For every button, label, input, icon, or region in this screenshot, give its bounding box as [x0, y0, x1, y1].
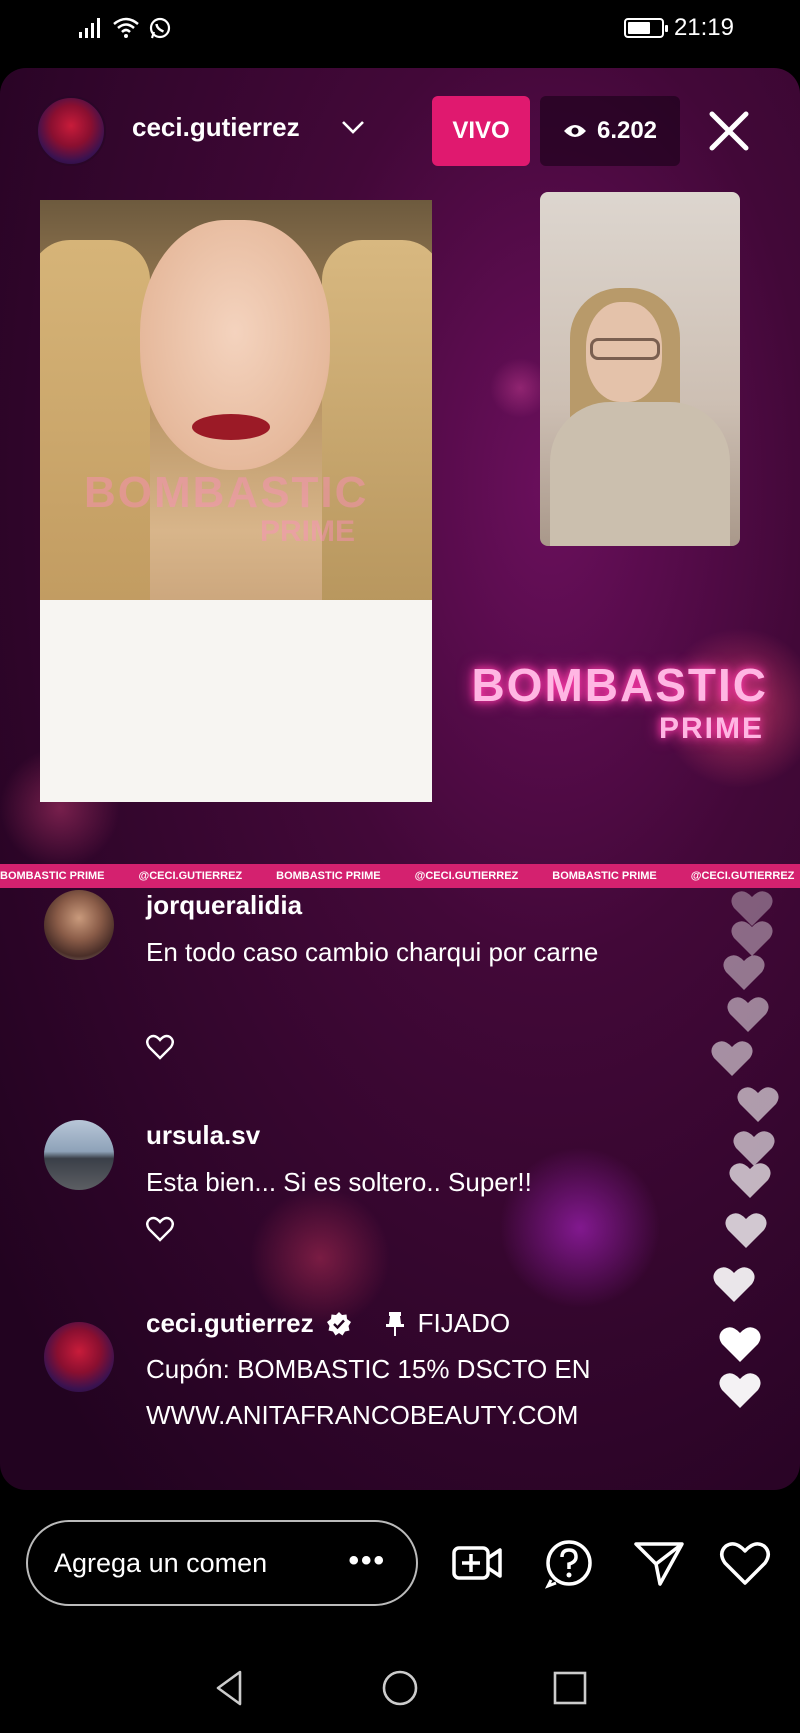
chevron-down-icon[interactable] [338, 112, 368, 142]
viewer-count-badge[interactable]: 6.202 [540, 96, 680, 166]
pin-icon [385, 1311, 404, 1336]
live-stage: ceci.gutierrez VIVO 6.202 BOMBASTIC PRIM… [0, 68, 800, 1490]
comment-username[interactable]: ursula.sv [146, 1120, 260, 1151]
question-icon[interactable] [542, 1536, 596, 1590]
more-options-button[interactable]: ••• [348, 1544, 386, 1578]
status-icons-left [78, 16, 172, 40]
ticker-item: @CECI.GUTIERREZ [138, 870, 243, 882]
home-icon[interactable] [380, 1668, 420, 1708]
clock: 21:19 [673, 14, 734, 41]
floating-heart-icon [725, 1213, 767, 1248]
guest-video[interactable] [540, 192, 740, 546]
ticker-item: BOMBASTIC PRIME [552, 870, 657, 882]
host-video: BOMBASTIC PRIME [40, 200, 432, 802]
video-watermark: BOMBASTIC [84, 468, 369, 517]
comment-text: Cupón: BOMBASTIC 15% DSCTO EN WWW.ANITAF… [146, 1354, 591, 1430]
floating-heart-icon [719, 1327, 761, 1362]
comment-username[interactable]: jorqueralidia [146, 890, 302, 921]
comment-placeholder: Agrega un comen [54, 1547, 268, 1578]
heart-icon[interactable] [718, 1536, 772, 1590]
comment-username[interactable]: ceci.gutierrez [146, 1308, 314, 1339]
comment-text: En todo caso cambio charqui por carne [146, 937, 599, 967]
live-badge: VIVO [432, 96, 530, 166]
close-icon[interactable] [704, 106, 754, 156]
live-header: ceci.gutierrez VIVO 6.202 [0, 68, 800, 198]
floating-heart-icon [711, 1041, 753, 1076]
comment-text: Esta bien... Si es soltero.. Super!! [146, 1167, 532, 1197]
whatsapp-icon [149, 17, 171, 39]
brand-logo-subtitle: PRIME [658, 712, 764, 745]
floating-heart-icon [719, 1373, 761, 1408]
back-icon[interactable] [210, 1668, 250, 1708]
battery-icon [623, 18, 668, 38]
comment-avatar[interactable] [44, 1322, 114, 1392]
brand-logo: BOMBASTIC PRIME [468, 658, 768, 746]
status-icons-right: 21:19 [623, 14, 734, 42]
ticker-banner: BOMBASTIC PRIME @CECI.GUTIERREZ BOMBASTIC … [0, 864, 800, 888]
host-username[interactable]: ceci.gutierrez [132, 112, 300, 143]
comment-bar: Agrega un comen ••• [0, 1500, 800, 1620]
comment-avatar[interactable] [44, 1120, 114, 1190]
verified-badge-icon [326, 1311, 351, 1335]
status-bar: 21:19 [0, 0, 800, 60]
ticker-item: @CECI.GUTIERREZ [690, 870, 795, 882]
signal-icon [79, 18, 100, 38]
floating-heart-icon [737, 1087, 779, 1122]
heart-outline-icon[interactable] [146, 1034, 174, 1060]
floating-heart-icon [727, 997, 769, 1032]
floating-heart-icon [723, 955, 765, 990]
ticker-item: BOMBASTIC PRIME [0, 870, 105, 882]
add-video-icon[interactable] [450, 1536, 504, 1590]
ticker-item: BOMBASTIC PRIME [276, 870, 381, 882]
floating-heart-icon [729, 1163, 771, 1198]
heart-outline-icon[interactable] [146, 1216, 174, 1242]
video-watermark-sub: PRIME [260, 515, 356, 548]
pinned-label: FIJADO [417, 1308, 511, 1338]
host-avatar[interactable] [36, 96, 106, 166]
share-icon[interactable] [632, 1536, 686, 1590]
recents-icon[interactable] [550, 1668, 590, 1708]
comment-input[interactable]: Agrega un comen ••• [26, 1520, 418, 1606]
ticker-item: @CECI.GUTIERREZ [414, 870, 519, 882]
floating-hearts [700, 888, 780, 1488]
battery-level [627, 22, 651, 34]
pinned-comment-header: ceci.gutierrez FIJADO [146, 1308, 510, 1339]
brand-logo-title: BOMBASTIC [471, 659, 768, 711]
floating-heart-icon [713, 1267, 755, 1302]
eye-icon [563, 125, 586, 137]
system-nav-bar [0, 1640, 800, 1733]
viewer-count: 6.202 [596, 117, 658, 144]
wifi-icon [113, 17, 139, 38]
comment-avatar[interactable] [44, 890, 114, 960]
